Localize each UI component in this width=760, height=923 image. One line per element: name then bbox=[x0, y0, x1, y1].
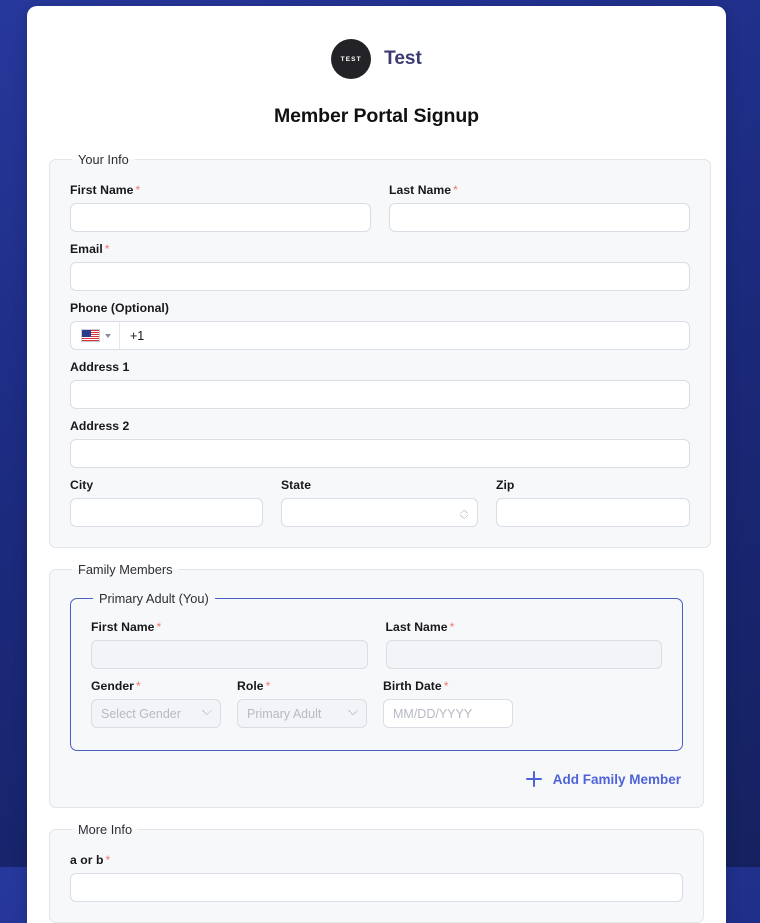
zip-input[interactable] bbox=[496, 498, 690, 527]
chevron-down-icon bbox=[105, 333, 111, 338]
primary-adult-subsection: Primary Adult (You) First Name * Last Nam… bbox=[70, 591, 683, 751]
required-marker: * bbox=[443, 679, 449, 693]
member-birth-date-input[interactable] bbox=[383, 699, 513, 728]
your-info-section: Your Info First Name * Last Name * Email * … bbox=[49, 152, 711, 548]
page-title: Member Portal Signup bbox=[274, 105, 479, 127]
field-your-phone: Phone (Optional) +1 bbox=[70, 301, 690, 350]
field-state: State bbox=[281, 478, 478, 527]
label-text: First Name bbox=[70, 183, 134, 197]
label-text: Email bbox=[70, 242, 103, 256]
more-info-legend: More Info bbox=[78, 822, 133, 837]
label-state: State bbox=[281, 478, 312, 492]
a-or-b-input[interactable] bbox=[70, 873, 683, 902]
field-city: City bbox=[70, 478, 263, 527]
field-member-first-name: First Name * bbox=[91, 620, 368, 669]
label-your-last-name: Last Name * bbox=[389, 183, 690, 197]
required-marker: * bbox=[135, 183, 141, 197]
required-marker: * bbox=[156, 620, 162, 634]
family-members-legend: Family Members bbox=[78, 562, 173, 577]
label-text: Gender bbox=[91, 679, 134, 693]
field-address-1: Address 1 bbox=[70, 360, 690, 409]
required-marker: * bbox=[449, 620, 455, 634]
phone-input-group: +1 bbox=[70, 321, 690, 350]
address-1-input[interactable] bbox=[70, 380, 690, 409]
brand-header: TEST Test bbox=[49, 6, 704, 79]
field-member-birth-date: Birth Date * bbox=[383, 679, 513, 728]
label-member-last-name: Last Name * bbox=[386, 620, 663, 634]
label-member-role: Role * bbox=[237, 679, 367, 693]
required-marker: * bbox=[105, 853, 111, 867]
your-last-name-input[interactable] bbox=[389, 203, 690, 232]
label-city: City bbox=[70, 478, 94, 492]
field-your-email: Email * bbox=[70, 242, 690, 291]
label-text: Last Name bbox=[385, 620, 448, 634]
city-input[interactable] bbox=[70, 498, 263, 527]
label-address-1: Address 1 bbox=[70, 360, 130, 374]
add-family-member-label: Add Family Member bbox=[552, 771, 681, 787]
label-your-email: Email * bbox=[70, 242, 690, 256]
field-member-role: Role * Primary Adult bbox=[237, 679, 367, 728]
label-member-first-name: First Name * bbox=[91, 620, 368, 634]
flag-canton bbox=[82, 330, 91, 337]
member-last-name-input[interactable] bbox=[385, 640, 662, 669]
field-member-gender: Gender * Select Gender bbox=[91, 679, 221, 728]
label-your-phone: Phone (Optional) bbox=[70, 301, 169, 315]
signup-card: TEST Test Member Portal Signup Your Info… bbox=[27, 6, 726, 923]
label-member-gender: Gender * bbox=[91, 679, 221, 693]
your-info-legend: Your Info bbox=[78, 152, 129, 167]
label-zip: Zip bbox=[496, 478, 515, 492]
field-your-first-name: First Name * bbox=[70, 183, 371, 232]
label-a-or-b: a or b * bbox=[70, 853, 683, 867]
plus-icon bbox=[525, 771, 542, 787]
required-marker: * bbox=[135, 679, 141, 693]
us-flag-icon bbox=[81, 329, 100, 342]
more-info-section: More Info a or b * bbox=[49, 822, 704, 923]
label-text: Last Name bbox=[389, 183, 452, 197]
label-text: a or b bbox=[70, 853, 104, 867]
label-text: Role bbox=[237, 679, 264, 693]
member-first-name-input[interactable] bbox=[91, 640, 368, 669]
required-marker: * bbox=[265, 679, 271, 693]
label-address-2: Address 2 bbox=[70, 419, 130, 433]
required-marker: * bbox=[104, 242, 110, 256]
your-first-name-input[interactable] bbox=[70, 203, 371, 232]
field-member-last-name: Last Name * bbox=[385, 620, 663, 669]
field-zip: Zip bbox=[496, 478, 690, 527]
required-marker: * bbox=[453, 183, 458, 197]
member-role-select[interactable]: Primary Adult bbox=[237, 699, 367, 728]
phone-country-selector[interactable] bbox=[71, 322, 120, 349]
add-family-member-button[interactable]: Add Family Member bbox=[524, 767, 683, 791]
your-email-input[interactable] bbox=[70, 262, 690, 291]
label-your-first-name: First Name * bbox=[70, 183, 371, 197]
family-members-section: Family Members Primary Adult (You) First… bbox=[49, 562, 704, 808]
brand-name: Test bbox=[384, 48, 422, 69]
add-family-member-row: Add Family Member bbox=[70, 767, 683, 791]
address-2-input[interactable] bbox=[70, 439, 690, 468]
label-member-birth-date: Birth Date * bbox=[383, 679, 513, 693]
label-text: Birth Date bbox=[383, 679, 442, 693]
label-text: First Name bbox=[91, 620, 155, 634]
field-your-last-name: Last Name * bbox=[389, 183, 690, 232]
primary-adult-legend: Primary Adult (You) bbox=[99, 591, 209, 606]
field-address-2: Address 2 bbox=[70, 419, 690, 468]
brand-logo-text: TEST bbox=[340, 55, 362, 63]
state-select[interactable] bbox=[281, 498, 478, 527]
member-gender-select[interactable]: Select Gender bbox=[91, 699, 221, 728]
field-a-or-b: a or b * bbox=[70, 853, 683, 902]
brand-logo-icon: TEST bbox=[331, 39, 372, 79]
phone-number-input[interactable]: +1 bbox=[120, 322, 689, 349]
